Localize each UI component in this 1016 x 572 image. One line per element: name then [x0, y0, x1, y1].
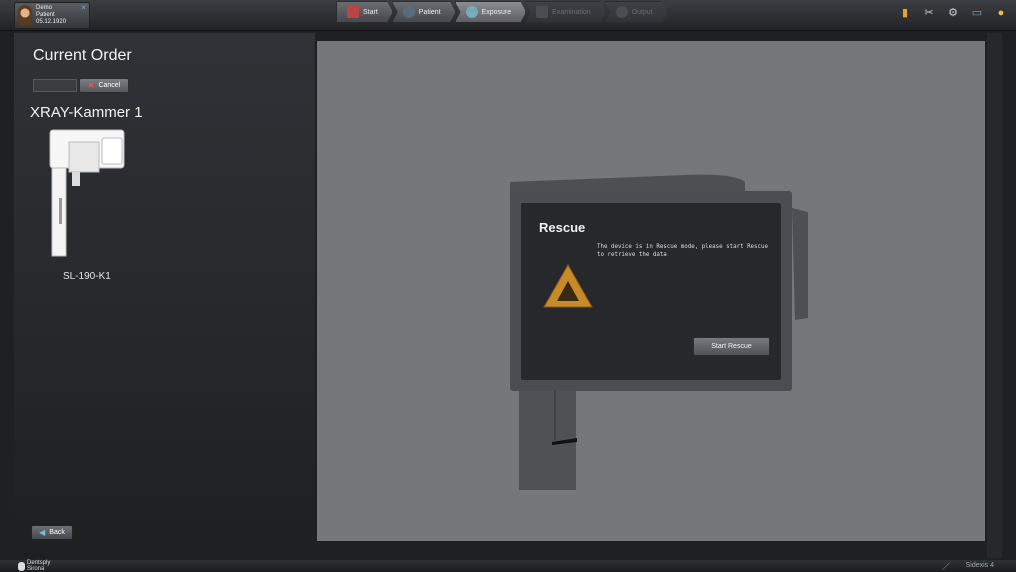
xray-device-image	[49, 129, 125, 257]
top-toolbar: ▮ ✂ ⚙ ▭ ●	[898, 6, 1008, 20]
step-exposure-label: Exposure	[481, 8, 512, 16]
start-rescue-button[interactable]: Start Rescue	[693, 337, 770, 356]
step-patient-label: Patient	[418, 8, 441, 16]
back-button[interactable]: ◀ Back	[31, 525, 73, 540]
step-examination-label: Examination	[552, 8, 591, 16]
output-icon	[616, 6, 628, 18]
patient-card[interactable]: Demo Patient 05.12.1920 ✕	[14, 2, 90, 29]
settings-icon[interactable]: ⚙	[946, 6, 960, 20]
tools-icon[interactable]: ✂	[922, 6, 936, 20]
step-output[interactable]: Output	[605, 1, 668, 23]
patient-icon	[403, 6, 415, 18]
step-start-label: Start	[363, 8, 378, 16]
footer-bar	[0, 560, 1016, 572]
right-strip	[987, 33, 1002, 558]
patient-info: Demo Patient 05.12.1920	[36, 5, 66, 26]
device-model: SL-190-K1	[63, 271, 111, 282]
back-arrow-icon: ◀	[39, 528, 46, 537]
book-icon[interactable]: ▮	[898, 6, 912, 20]
exposure-icon	[466, 6, 478, 18]
brand-line2: Sirona	[27, 566, 45, 572]
brand-logo: Dentsply Sirona	[18, 560, 50, 572]
cancel-button[interactable]: ✖ Cancel	[79, 78, 129, 93]
brand-text: Dentsply Sirona	[27, 560, 50, 572]
product-name: Sidexis 4	[965, 562, 994, 569]
rescue-dialog-body: Rescue The device is in Rescue mode, ple…	[521, 203, 781, 380]
order-dropdown[interactable]	[33, 79, 77, 92]
cancel-label: Cancel	[98, 82, 121, 89]
patient-type: Patient	[36, 12, 55, 18]
step-patient[interactable]: Patient	[392, 1, 456, 23]
step-output-label: Output	[631, 8, 653, 16]
pen-icon: ／	[942, 562, 950, 571]
help-icon[interactable]: ●	[994, 6, 1008, 20]
device-name: XRAY-Kammer 1	[30, 104, 143, 121]
patient-name: Demo	[36, 5, 53, 11]
page-title: Current Order	[33, 47, 132, 64]
dentsply-logo-icon	[18, 561, 25, 571]
patient-dob: 05.12.1920	[36, 19, 67, 25]
patient-avatar-icon	[18, 5, 32, 25]
cancel-icon: ✖	[87, 81, 95, 90]
step-start[interactable]: Start	[336, 1, 393, 23]
top-bar: Demo Patient 05.12.1920 ✕ Start Patient …	[0, 0, 1016, 31]
dialog-message: The device is in Rescue mode, please sta…	[597, 244, 769, 258]
start-icon	[347, 6, 359, 18]
monitor-icon[interactable]: ▭	[970, 6, 984, 20]
examination-icon	[536, 6, 548, 18]
rescue-dialog: Rescue The device is in Rescue mode, ple…	[510, 191, 792, 391]
back-label: Back	[49, 529, 65, 536]
step-examination[interactable]: Examination	[525, 1, 606, 23]
close-patient-icon[interactable]: ✕	[80, 5, 87, 12]
workflow-bar: Start Patient Exposure Examination Outpu…	[336, 1, 667, 21]
step-exposure[interactable]: Exposure	[455, 1, 527, 23]
dialog-title: Rescue	[539, 220, 586, 235]
warning-icon	[543, 263, 593, 308]
